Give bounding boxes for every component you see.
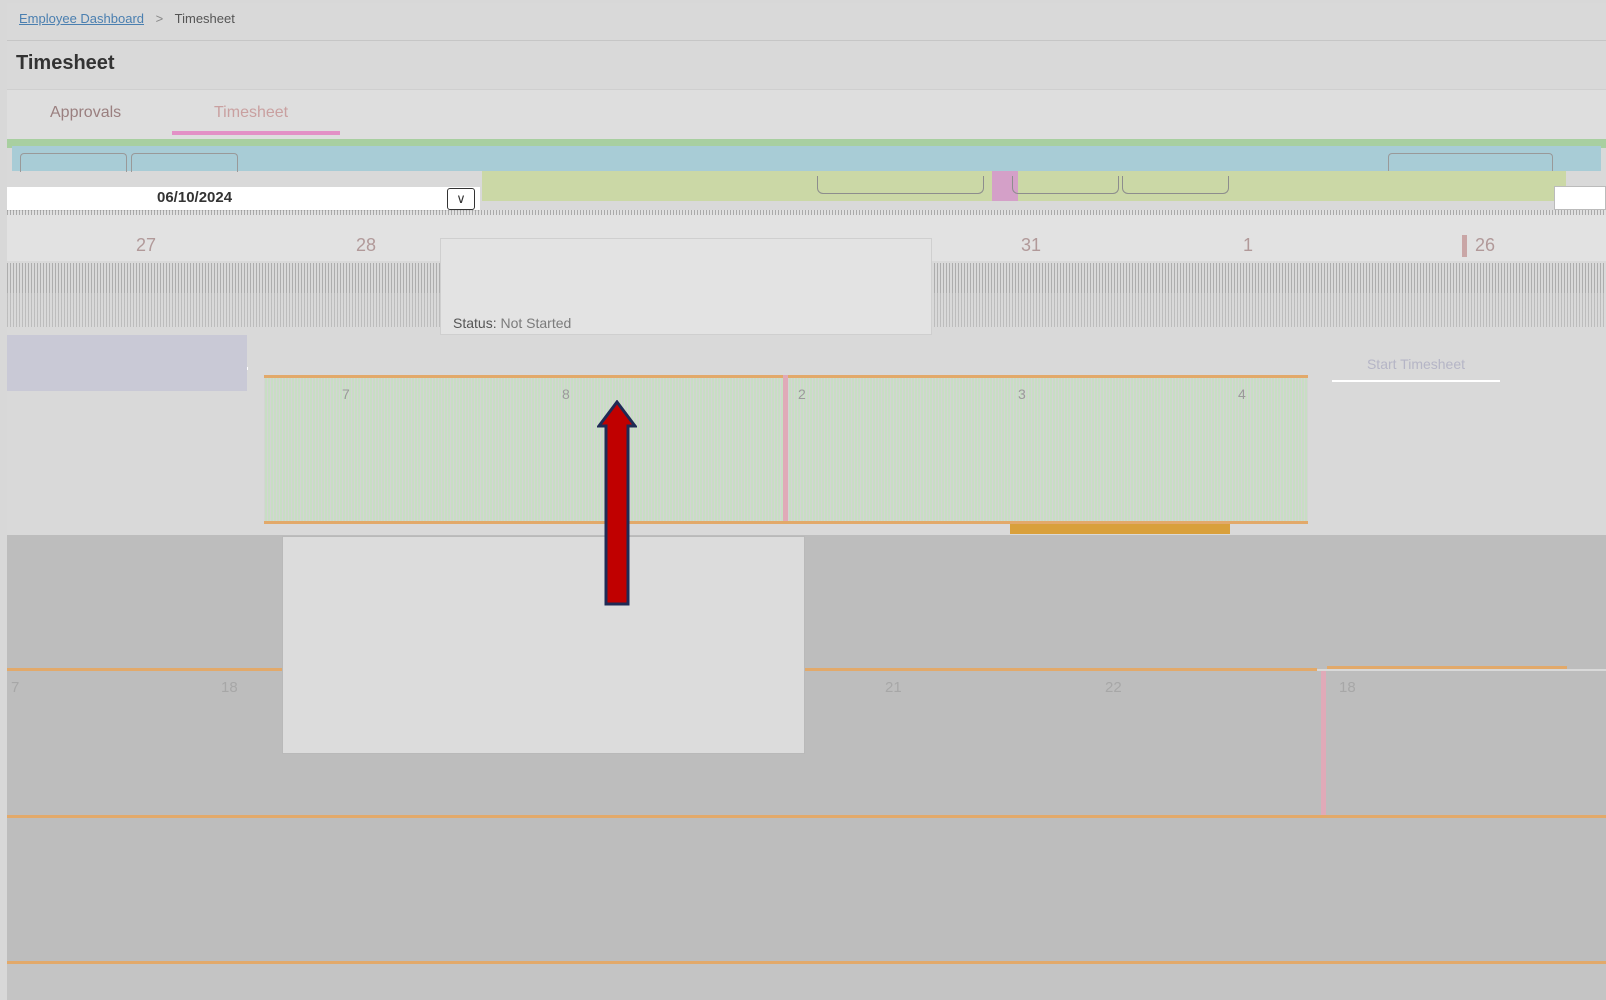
toolbar-button[interactable] — [1388, 153, 1553, 172]
timesheet-page: Employee Dashboard > Timesheet Timesheet… — [7, 3, 1606, 1000]
calendar-week: 2 3 4 — [788, 375, 1308, 524]
day-number: 3 — [1018, 386, 1026, 402]
toolbar-button[interactable] — [131, 153, 238, 172]
calendar-day[interactable] — [7, 335, 247, 391]
breadcrumb-separator: > — [155, 11, 164, 26]
day-number: 28 — [356, 235, 377, 255]
calendar-week: 7 8 — [264, 375, 784, 524]
status-value: Not Started — [500, 315, 572, 331]
divider — [7, 40, 1606, 41]
day-number: 4 — [1238, 386, 1246, 402]
day-number: 22 — [1105, 679, 1122, 696]
day-number: 18 — [221, 679, 238, 696]
week-divider — [1321, 671, 1326, 831]
day-number: 31 — [1021, 235, 1042, 255]
calendar-week — [7, 964, 1606, 1000]
status-text: Status: Not Started — [453, 315, 571, 331]
day-number: 27 — [136, 235, 157, 255]
toolbar-band — [12, 146, 1601, 171]
day-number: 18 — [1339, 679, 1356, 696]
date-picker[interactable]: 06/10/2024 ∨ — [7, 187, 480, 211]
calendar-week — [7, 818, 1606, 962]
tab-timesheet[interactable]: Timesheet — [214, 104, 288, 122]
day-number: 7 — [342, 386, 350, 402]
calendar-week — [7, 671, 1606, 816]
breadcrumb-current: Timesheet — [174, 11, 235, 26]
day-number: 21 — [885, 679, 902, 696]
calendar-week — [7, 535, 1606, 669]
day-number: 26 — [1475, 235, 1496, 255]
day-number: 7 — [11, 679, 20, 696]
breadcrumb: Employee Dashboard > Timesheet — [19, 11, 235, 26]
filter-dropdown[interactable] — [817, 176, 984, 194]
toolbar-button[interactable] — [20, 153, 127, 172]
week-line — [1327, 666, 1567, 669]
right-input[interactable] — [1554, 186, 1606, 210]
page-title: Timesheet — [16, 52, 115, 74]
up-arrow-icon — [597, 400, 637, 606]
filter-dropdown[interactable] — [1122, 176, 1229, 194]
today-marker — [1462, 235, 1467, 257]
timesheet-popover: Status: Not Started — [440, 238, 932, 335]
date-value: 06/10/2024 — [157, 189, 233, 206]
chevron-down-icon[interactable]: ∨ — [447, 188, 475, 210]
status-label: Status: — [453, 315, 497, 331]
day-number: 8 — [562, 386, 570, 402]
day-number: 1 — [1243, 235, 1254, 255]
day-number: 2 — [798, 386, 806, 402]
filter-dropdown[interactable] — [1012, 176, 1119, 194]
tab-approvals[interactable]: Approvals — [50, 104, 121, 122]
start-timesheet-button[interactable]: Start Timesheet — [1332, 348, 1500, 382]
active-tab-indicator — [172, 131, 340, 135]
breadcrumb-employee-dashboard[interactable]: Employee Dashboard — [19, 11, 144, 26]
today-marker — [1010, 524, 1230, 534]
blank-panel — [282, 536, 805, 754]
